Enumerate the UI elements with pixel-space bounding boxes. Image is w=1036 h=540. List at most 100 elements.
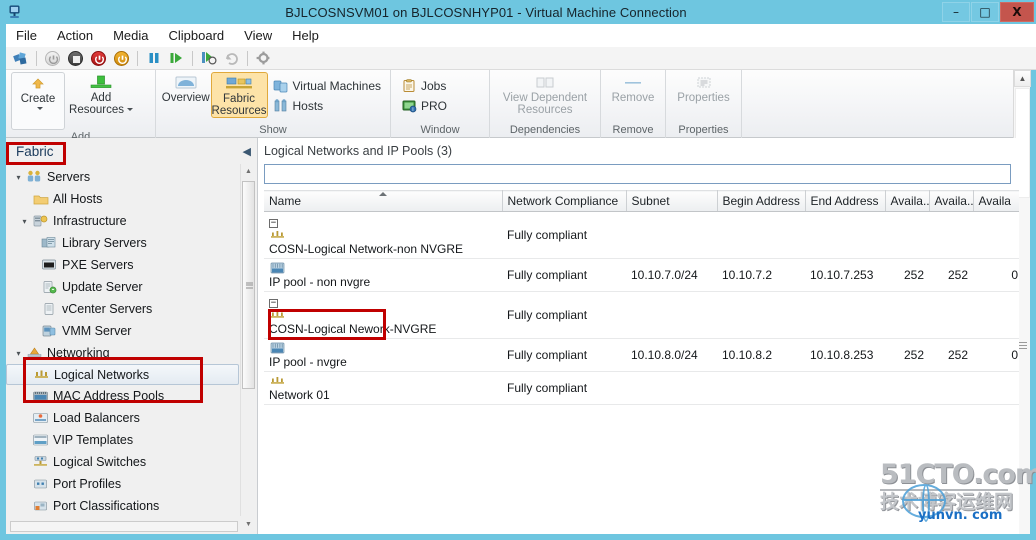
table-row[interactable]: Network 01 Fully compliant <box>264 371 1019 405</box>
sidebar-item-library-servers[interactable]: Library Servers <box>6 232 257 254</box>
cell-compliance: Fully compliant <box>502 338 626 372</box>
menu-media[interactable]: Media <box>104 26 157 45</box>
sidebar-item-port-profiles[interactable]: Port Profiles <box>6 473 257 495</box>
virtual-machines-button[interactable]: Virtual Machines <box>268 76 386 96</box>
pause-icon[interactable] <box>143 49 164 68</box>
sidebar-item-logical-switches[interactable]: Logical Switches <box>6 451 257 473</box>
collapse-row-icon[interactable]: − <box>269 299 278 308</box>
overview-button[interactable]: Overview <box>161 72 211 104</box>
menu-action[interactable]: Action <box>48 26 102 45</box>
column-header-subnet[interactable]: Subnet <box>626 190 718 212</box>
search-input[interactable] <box>264 164 1011 184</box>
column-header-available-3[interactable]: Availa <box>973 190 1019 212</box>
sidebar-item-vip-templates[interactable]: VIP Templates <box>6 429 257 451</box>
menu-file[interactable]: File <box>7 26 46 45</box>
column-header-available-2[interactable]: Availa... <box>929 190 974 212</box>
chevron-down-icon[interactable] <box>36 107 43 110</box>
sidebar-item-load-balancers[interactable]: Load Balancers <box>6 407 257 429</box>
load-balancers-icon <box>31 410 50 426</box>
table-row[interactable]: IP pool - non nvgre Fully compliant 10.1… <box>264 258 1019 292</box>
cell-compliance: Fully compliant <box>502 258 626 292</box>
properties-label: Properties <box>677 92 730 104</box>
view-dependent-resources-label-line2: Resources <box>517 104 573 116</box>
sidebar-item-port-classifications[interactable]: Port Classifications <box>6 495 257 517</box>
sidebar-item-logical-networks[interactable]: Logical Networks <box>6 364 239 385</box>
cell-compliance: Fully compliant <box>502 371 626 405</box>
jobs-button[interactable]: Jobs <box>396 76 451 96</box>
table-row[interactable]: − COSN-Log <box>264 211 1019 259</box>
sidebar-item-label: VMM Server <box>62 324 132 338</box>
close-button[interactable]: X <box>1000 2 1034 22</box>
sidebar-item-label: VIP Templates <box>53 433 134 447</box>
expander-icon[interactable]: ▾ <box>12 349 25 358</box>
sidebar-item-update-server[interactable]: Update Server <box>6 276 257 298</box>
fabric-resources-button[interactable]: Fabric Resources <box>210 72 268 118</box>
properties-button[interactable]: Properties <box>671 72 736 104</box>
settings-icon[interactable] <box>253 49 274 68</box>
expander-icon[interactable]: ▾ <box>18 217 31 226</box>
menu-help[interactable]: Help <box>283 26 328 45</box>
ctrl-alt-delete-icon[interactable] <box>10 49 31 68</box>
menu-clipboard[interactable]: Clipboard <box>160 26 234 45</box>
menu-view[interactable]: View <box>235 26 281 45</box>
sidebar-item-vmm-server[interactable]: VMM Server <box>6 320 257 342</box>
content-pane: Logical Networks and IP Pools (3) Name N… <box>258 138 1019 534</box>
sidebar-item-infrastructure[interactable]: ▾ Infrastructure <box>6 210 257 232</box>
maximize-button[interactable]: □ <box>971 2 999 22</box>
create-icon <box>29 75 47 92</box>
sidebar-item-all-hosts[interactable]: All Hosts <box>6 188 257 210</box>
cell-available-1 <box>885 211 929 259</box>
work-area: Fabric ◀ ▾ Servers All Hosts ▾ Infrastru… <box>6 138 1019 534</box>
tree-scrollbar-thumb[interactable] <box>242 181 255 389</box>
column-header-name[interactable]: Name <box>264 190 503 212</box>
fabric-navigation-pane: Fabric ◀ ▾ Servers All Hosts ▾ Infrastru… <box>6 138 258 534</box>
snapshot-icon[interactable] <box>198 49 219 68</box>
ribbon-group-remove: Remove Remove <box>601 70 666 138</box>
chevron-down-icon[interactable] <box>126 108 133 112</box>
create-button[interactable]: Create <box>11 72 65 130</box>
table-row[interactable]: IP pool - nvgre Fully compliant 10.10.8.… <box>264 338 1019 372</box>
cell-begin-address <box>717 211 805 259</box>
sidebar-item-servers[interactable]: ▾ Servers <box>6 166 257 188</box>
scroll-down-arrow-icon[interactable]: ▼ <box>241 517 256 532</box>
reset-icon[interactable] <box>111 49 132 68</box>
sidebar-item-pxe-servers[interactable]: PXE Servers <box>6 254 257 276</box>
fabric-pane-header: Fabric ◀ <box>6 138 257 164</box>
hosts-icon <box>272 98 290 114</box>
column-header-network-compliance[interactable]: Network Compliance <box>502 190 627 212</box>
vcenter-servers-icon <box>40 301 59 317</box>
tree-vertical-scrollbar[interactable]: ▲ ▼ <box>240 164 256 528</box>
add-resources-button[interactable]: Add Resources <box>65 72 137 116</box>
column-header-end-address[interactable]: End Address <box>805 190 886 212</box>
column-header-available-1[interactable]: Availa... <box>885 190 930 212</box>
cell-available-3: 0 <box>973 338 1019 372</box>
resume-icon[interactable] <box>166 49 187 68</box>
shut-down-icon[interactable] <box>88 49 109 68</box>
view-dependent-resources-button[interactable]: View Dependent Resources <box>495 72 595 116</box>
remove-button[interactable]: Remove <box>606 72 660 104</box>
overview-icon <box>173 74 199 91</box>
pro-button[interactable]: i PRO <box>396 96 451 116</box>
collapse-pane-icon[interactable]: ◀ <box>243 145 251 158</box>
table-row[interactable]: − COSN-Log <box>264 291 1019 339</box>
hosts-label: Hosts <box>292 99 324 113</box>
column-header-begin-address[interactable]: Begin Address <box>717 190 806 212</box>
hosts-button[interactable]: Hosts <box>268 96 386 116</box>
start-icon[interactable] <box>42 49 63 68</box>
cell-available-2: 252 <box>929 338 973 372</box>
sidebar-item-mac-address-pools[interactable]: MAC Address Pools <box>6 385 257 407</box>
expander-icon[interactable]: ▾ <box>12 173 25 182</box>
tree-horizontal-scrollbar[interactable] <box>10 521 238 532</box>
revert-icon[interactable] <box>221 49 242 68</box>
scroll-up-arrow-icon[interactable]: ▲ <box>1014 70 1031 87</box>
sidebar-item-vcenter-servers[interactable]: vCenter Servers <box>6 298 257 320</box>
toolbar-separator <box>247 50 248 66</box>
collapse-row-icon[interactable]: − <box>269 219 278 228</box>
scroll-up-arrow-icon[interactable]: ▲ <box>241 164 256 179</box>
minimize-button[interactable]: – <box>942 2 970 22</box>
turn-off-icon[interactable] <box>65 49 86 68</box>
sidebar-item-label: Port Classifications <box>53 499 160 513</box>
cell-end-address: 10.10.7.253 <box>805 258 885 292</box>
svg-text:i: i <box>412 107 413 113</box>
sidebar-item-networking[interactable]: ▾ Networking <box>6 342 257 364</box>
